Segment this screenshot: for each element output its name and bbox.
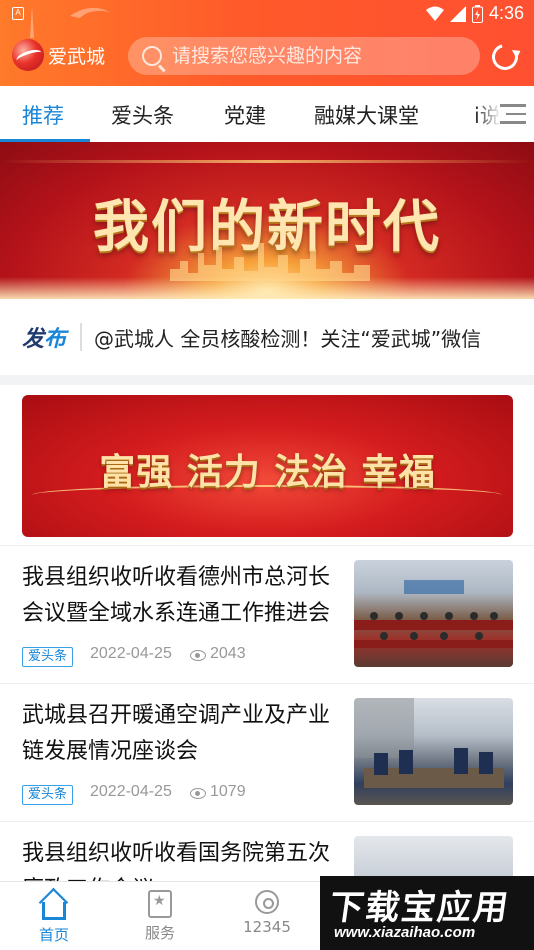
clock: 4:36 [488, 3, 524, 23]
slogan-banner[interactable]: 富强 活力 法治 幸福 [22, 395, 513, 537]
logo-text: 爱武城 [48, 45, 106, 68]
tab-headlines[interactable]: 爱头条 [111, 100, 174, 130]
channel-menu-icon[interactable] [500, 104, 526, 124]
news-tag: 爱头条 [22, 647, 74, 667]
news-thumbnail[interactable] [354, 698, 513, 805]
news-title[interactable]: 我县组织收听收看德州市总河长会议暨全域水系连通工作推进会议 [22, 560, 340, 632]
nav-home[interactable]: 首页 [14, 890, 94, 945]
tab-media-class[interactable]: 融媒大课堂 [314, 100, 419, 130]
globe-logo-icon [12, 39, 44, 71]
banner-slogan: 富强 活力 法治 幸福 [99, 451, 436, 493]
tab-party-building[interactable]: 党建 [224, 100, 266, 130]
signal-icon [449, 5, 466, 22]
news-title[interactable]: 我县组织收听收看国务院第五次廉政工作会议 [22, 836, 340, 881]
release-ticker[interactable]: 发布 @武城人 全员核酸检测！关注“爱武城”微信 [0, 299, 534, 375]
nav-hotline[interactable]: 12345 [227, 890, 307, 936]
release-brand-logo: 发布 [22, 327, 67, 352]
app-header: A 4:36 爱武城 [0, 0, 534, 86]
battery-icon [471, 4, 483, 23]
divider [80, 323, 82, 351]
release-ticker-text[interactable]: @武城人 全员核酸检测！关注“爱武城”微信 [94, 323, 514, 352]
phone-hotline-icon [255, 890, 279, 914]
news-item[interactable]: 我县组织收听收看国务院第五次廉政工作会议 [0, 821, 534, 881]
news-title[interactable]: 武城县召开暖通空调产业及产业链发展情况座谈会 [22, 698, 340, 770]
city-skyline-graphic [170, 243, 370, 281]
nav-services[interactable]: 服务 [120, 890, 200, 943]
download-site-watermark: 下载宝应用 www.xiazaihao.com [320, 876, 534, 950]
tab-recommend[interactable]: 推荐 [22, 100, 64, 130]
home-icon [42, 902, 66, 920]
search-icon [142, 46, 162, 66]
news-thumbnail[interactable] [354, 836, 513, 881]
news-views: 2043 [210, 645, 246, 662]
news-date: 2022-04-25 [90, 783, 172, 800]
views-eye-icon [190, 788, 206, 799]
refresh-icon[interactable] [487, 39, 523, 75]
watermark-title: 下载宝应用 [326, 888, 513, 928]
nav-services-label: 服务 [144, 924, 175, 942]
hero-banner[interactable]: 我们的新时代 [0, 142, 534, 299]
search-bar[interactable] [128, 37, 480, 75]
notification-a-icon: A [12, 7, 24, 20]
search-input[interactable] [172, 45, 472, 67]
wifi-icon [425, 6, 444, 21]
watermark-url: www.xiazaihao.com [334, 924, 476, 941]
nav-hotline-label: 12345 [243, 918, 291, 936]
news-thumbnail[interactable] [354, 560, 513, 667]
status-bar: A 4:36 [0, 0, 534, 28]
news-feed: 富强 活力 法治 幸福 我县组织收听收看德州市总河长会议暨全域水系连通工作推进会… [0, 385, 534, 881]
news-date: 2022-04-25 [90, 645, 172, 662]
bookmark-star-icon [148, 890, 172, 918]
nav-home-label: 首页 [38, 926, 69, 944]
app-logo[interactable]: 爱武城 [12, 39, 105, 71]
news-item[interactable]: 我县组织收听收看德州市总河长会议暨全域水系连通工作推进会议 爱头条 2022-0… [0, 545, 534, 683]
views-eye-icon [190, 650, 206, 661]
news-tag: 爱头条 [22, 785, 74, 805]
news-views: 1079 [210, 783, 246, 800]
news-item[interactable]: 武城县召开暖通空调产业及产业链发展情况座谈会 爱头条 2022-04-25 10… [0, 683, 534, 821]
category-tabs: 推荐 爱头条 党建 融媒大课堂 i说 [0, 86, 534, 142]
